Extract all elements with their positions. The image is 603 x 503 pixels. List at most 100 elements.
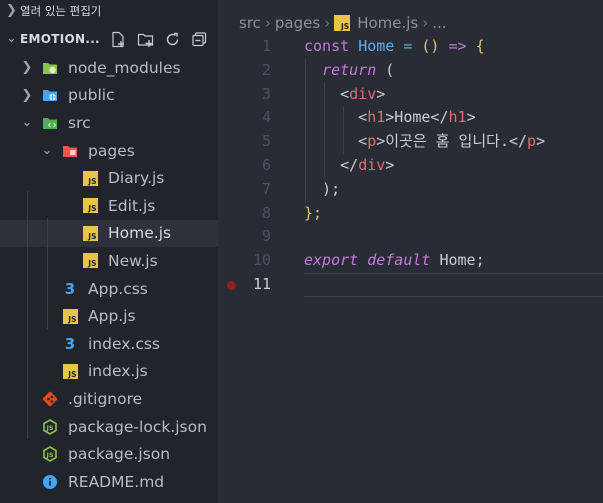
line-number[interactable]: 5 [218,130,271,154]
new-file-icon[interactable] [110,30,128,48]
tree-file-app-js[interactable]: JS App.js [0,302,218,330]
line-number[interactable]: 2 [218,59,271,83]
code-line[interactable]: 7 ); [218,178,603,202]
explorer-sidebar: ❯ 열려 있는 편집기 ⌄ EMOTION... ❯ node_modules ❯ p… [0,0,218,503]
tree-file--gitignore[interactable]: .gitignore [0,385,218,413]
tree-file-package-lock-json[interactable]: JS package-lock.json [0,413,218,441]
line-number[interactable]: 8 [218,202,271,226]
code-text: <h1>Home</h1> [271,106,476,130]
indent-guide [343,106,344,154]
svg-text:JS: JS [45,424,53,432]
breadcrumb-file[interactable]: Home.js [357,12,418,34]
js-file-icon: JS [82,253,98,269]
chevron-right-icon: › [422,14,429,32]
tree-item-label: .gitignore [68,389,143,408]
node-folder-icon [42,60,58,76]
tree-folder-node-modules[interactable]: ❯ node_modules [0,54,218,82]
breadcrumb-symbol[interactable]: ... [432,12,446,34]
code-line[interactable]: 3 <div> [218,83,603,107]
chevron-right-icon: ❯ [21,60,33,76]
code-text: <div> [271,83,385,107]
nodejs-file-icon: JS [42,418,58,435]
tree-item-label: pages [88,141,135,160]
chevron-right-icon: ❯ [21,87,33,103]
line-number-text: 4 [261,108,271,127]
tree-file-readme-md[interactable]: README.md [0,468,218,496]
tree-file-home-js[interactable]: JS Home.js [0,219,218,248]
tree-item-label: index.css [88,334,161,353]
code-token: ); [304,179,341,198]
js-file-icon: JS [82,170,98,186]
line-number-text: 6 [261,155,271,174]
code-token: >이곳은 홈 입니다.</ [376,132,528,151]
code-line[interactable]: 4 <h1>Home</h1> [218,106,603,130]
tree-file-edit-js[interactable]: JS Edit.js [0,192,218,220]
collapse-all-icon[interactable] [191,30,209,48]
code-token: h1 [367,108,386,127]
line-number[interactable]: 11 [218,273,271,297]
line-number[interactable]: 1 [218,35,271,59]
indent-guide [324,82,325,178]
css-file-icon: 3 [64,334,76,353]
line-number[interactable]: 9 [218,225,271,249]
breakpoint-icon[interactable] [227,280,236,290]
line-number[interactable]: 7 [218,178,271,202]
workspace-root[interactable]: ⌄ EMOTION... [0,28,218,50]
chevron-right-icon: ❯ [6,3,17,18]
code-line[interactable]: 9 [218,225,603,249]
tree-folder-pages[interactable]: ⌄ pages [0,137,218,165]
tree-file-new-js[interactable]: JS New.js [0,247,218,275]
tree-item-label: README.md [68,472,165,491]
code-line[interactable]: 2 return ( [218,59,603,83]
code-line[interactable]: 10 export default Home; [218,249,603,273]
code-text: </div> [271,154,394,178]
code-line[interactable]: 6 </div> [218,154,603,178]
code-token: > [536,132,546,151]
code-token: => [439,37,476,55]
breadcrumb-pages[interactable]: pages [275,12,320,34]
chevron-right-icon: › [324,14,331,32]
indent-guide [47,218,48,329]
code-line[interactable]: 11 [218,272,603,297]
code-token: >Home</ [385,108,449,127]
tree-item-label: src [68,113,91,132]
tree-file-index-css[interactable]: 3 index.css [0,330,218,358]
line-number[interactable]: 6 [218,154,271,178]
line-number-text: 5 [261,132,271,151]
tree-file-app-css[interactable]: 3 App.css [0,275,218,303]
new-folder-icon[interactable] [137,30,155,48]
code-text: const Home = () => { [271,35,485,59]
code-token: > [466,108,476,127]
svg-text:JS: JS [45,451,53,459]
code-area[interactable]: 1 const Home = () => {2 return (3 <div> 4 … [218,35,603,297]
tree-file-index-js[interactable]: JS index.js [0,358,218,386]
tree-item-label: package.json [68,445,171,464]
tree-file-diary-js[interactable]: JS Diary.js [0,164,218,192]
tree-folder-src[interactable]: ⌄ src [0,109,218,137]
chevron-down-icon: ⌄ [21,115,33,131]
breadcrumb-src[interactable]: src [239,12,261,34]
code-line[interactable]: 8}; [218,202,603,226]
js-file-icon: JS [334,15,351,31]
code-line[interactable]: 5 <p>이곳은 홈 입니다.</p> [218,130,603,154]
editor-pane[interactable]: src › pages › JS Home.js › ... 1 const Ho… [218,0,603,503]
indent-guide [305,58,306,202]
indent-guide [27,191,28,439]
line-number-text: 8 [261,203,271,222]
breadcrumb: src › pages › JS Home.js › ... [218,12,603,34]
code-token: ( [376,60,395,79]
chevron-down-icon: ⌄ [41,143,53,159]
open-editors-section[interactable]: ❯ 열려 있는 편집기 [0,0,218,22]
line-number[interactable]: 10 [218,249,271,273]
code-line[interactable]: 1 const Home = () => { [218,35,603,59]
tree-file-package-json[interactable]: JS package.json [0,440,218,468]
tree-item-label: Diary.js [108,169,165,188]
js-file-icon: JS [82,225,98,241]
tree-folder-public[interactable]: ❯ public [0,82,218,110]
line-number[interactable]: 4 [218,106,271,130]
refresh-icon[interactable] [164,30,182,48]
chevron-right-icon: › [264,14,271,32]
line-number[interactable]: 3 [218,83,271,107]
tree-item-label: node_modules [68,58,181,77]
code-token: > [376,84,386,103]
